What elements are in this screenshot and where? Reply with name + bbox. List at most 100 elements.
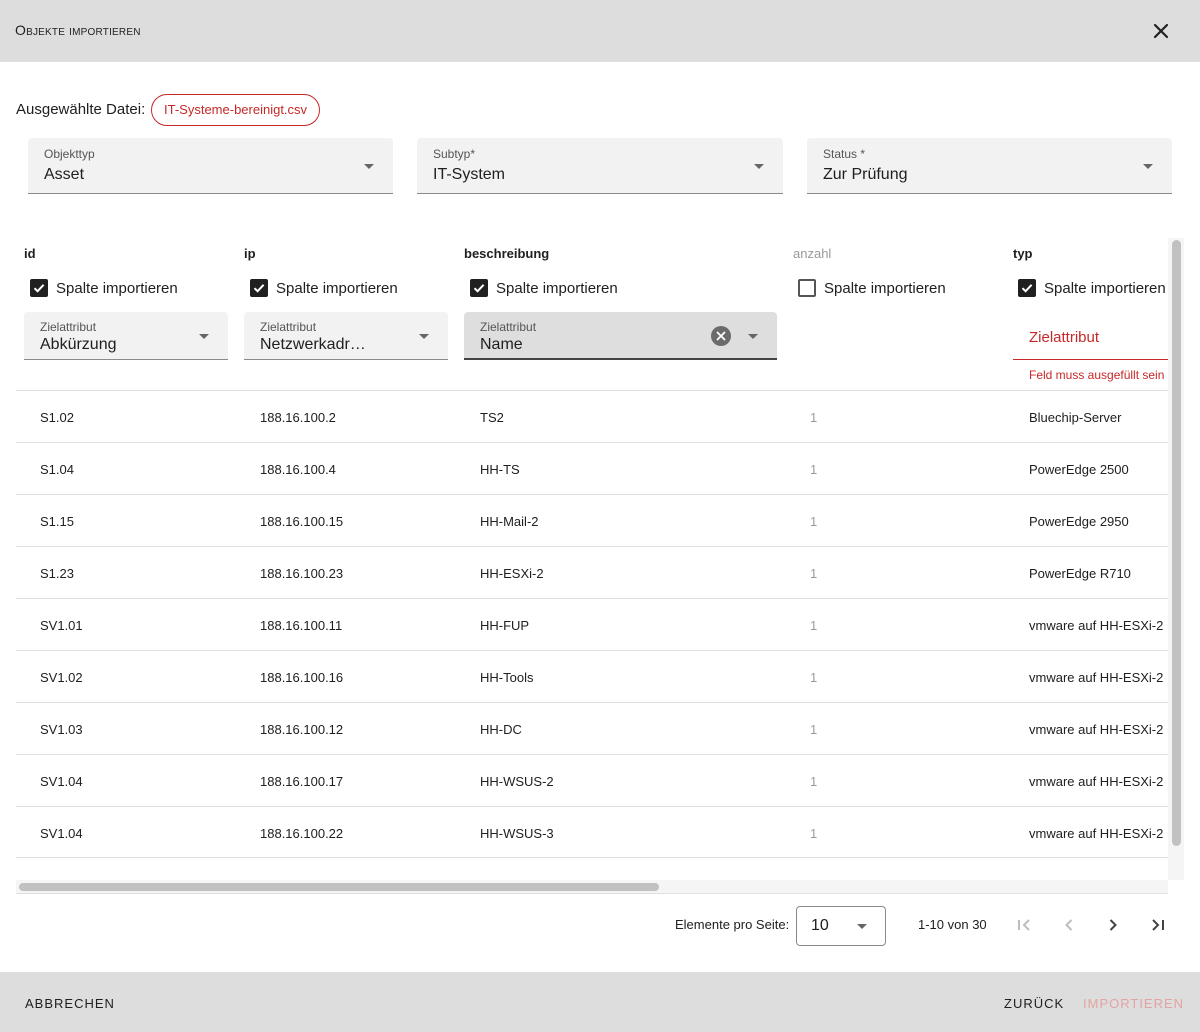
table-cell-id: SV1.04 [40,826,83,841]
table-cell-beschreibung: HH-Tools [480,670,534,685]
next-page-icon[interactable] [1101,913,1125,937]
target-attribute-select-beschreibung[interactable]: Zielattribut Name [464,312,777,360]
target-attribute-value: Name [480,336,523,353]
column-header-anzahl: anzahl [793,246,832,261]
checkbox-label: Spalte importieren [496,279,618,297]
table-cell-beschreibung: HH-ESXi-2 [480,566,544,581]
table-cell-beschreibung: TS2 [480,410,504,425]
table-cell-id: S1.15 [40,514,74,529]
table-cell-id: SV1.02 [40,670,83,685]
target-attribute-label: Zielattribut [260,320,317,334]
table-cell-id: S1.23 [40,566,74,581]
import-column-checkbox-beschreibung[interactable]: Spalte importieren [470,278,618,298]
table-row: SV1.04 188.16.100.17 HH-WSUS-2 1 vmware auf … [16,754,1168,806]
table-cell-anzahl: 1 [810,722,818,737]
checkbox-checked-icon [1018,279,1036,297]
page-range: 1-10 von 30 [918,917,987,932]
checkbox-checked-icon [470,279,488,297]
page-size-value: 10 [811,917,829,934]
table-cell-anzahl: 1 [810,514,818,529]
import-column-checkbox-id[interactable]: Spalte importieren [30,278,178,298]
table-cell-typ: PowerEdge 2500 [1029,462,1129,477]
chevron-down-icon [364,164,374,169]
table-cell-typ: PowerEdge R710 [1029,566,1131,581]
target-attribute-value: Abkürzung [40,336,117,353]
target-attribute-label: Zielattribut [480,320,537,334]
table-cell-id: SV1.01 [40,618,83,633]
previous-page-icon[interactable] [1057,913,1081,937]
table-cell-ip: 188.16.100.4 [260,462,336,477]
table-cell-typ: Bluechip-Server [1029,410,1122,425]
back-button[interactable]: ZURÜCK [1004,996,1064,1011]
subtyp-select[interactable]: Subtyp* IT-System [417,138,783,194]
import-column-checkbox-ip[interactable]: Spalte importieren [250,278,398,298]
table-row: SV1.03 188.16.100.12 HH-DC 1 vmware auf HH-E… [16,702,1168,754]
cancel-button[interactable]: ABBRECHEN [25,996,115,1011]
table-body: S1.02 188.16.100.2 TS2 1 Bluechip-Server S1.0… [16,390,1168,858]
table-cell-beschreibung: HH-WSUS-3 [480,826,554,841]
page-size-label: Elemente pro Seite: [675,917,790,932]
selected-file-chip[interactable]: IT-Systeme-bereinigt.csv [151,94,321,126]
chevron-down-icon [857,924,867,929]
import-table: id Spalte importieren Zielattribut Abkür… [16,238,1184,894]
table-cell-typ: vmware auf HH-ESXi-2 [1029,826,1164,841]
required-field-error: Feld muss ausgefüllt sein [1029,368,1165,382]
objekttyp-value: Asset [44,166,85,183]
clear-icon[interactable] [711,326,731,346]
chevron-down-icon [748,334,758,339]
table-cell-beschreibung: HH-Mail-2 [480,514,539,529]
table-cell-anzahl: 1 [810,410,818,425]
column-header-beschreibung: beschreibung [464,246,550,261]
table-cell-anzahl: 1 [810,670,818,685]
target-attribute-select-typ[interactable]: Zielattribut [1013,312,1173,360]
chevron-down-icon [1143,164,1153,169]
table-row: S1.23 188.16.100.23 HH-ESXi-2 1 PowerEdge R7… [16,546,1168,598]
page-size-select[interactable]: 10 [796,906,886,946]
import-column-checkbox-anzahl[interactable]: Spalte importieren [798,278,946,298]
table-row: S1.04 188.16.100.4 HH-TS 1 PowerEdge 2500 [16,442,1168,494]
table-cell-typ: PowerEdge 2950 [1029,514,1129,529]
checkbox-label: Spalte importieren [824,279,946,297]
objekttyp-label: Objekttyp [44,147,95,161]
table-cell-id: S1.04 [40,462,74,477]
vertical-scrollbar-thumb[interactable] [1172,240,1181,846]
table-row: S1.02 188.16.100.2 TS2 1 Bluechip-Server [16,390,1168,442]
target-attribute-placeholder: Zielattribut [1029,329,1100,346]
table-cell-beschreibung: HH-WSUS-2 [480,774,554,789]
dialog-title: Objekte importieren [15,22,141,38]
table-cell-anzahl: 1 [810,826,818,841]
table-cell-id: SV1.04 [40,774,83,789]
target-attribute-value: Netzwerkadr… [260,336,366,353]
status-value: Zur Prüfung [823,166,908,183]
table-cell-id: SV1.03 [40,722,83,737]
table-cell-anzahl: 1 [810,774,818,789]
table-cell-ip: 188.16.100.11 [260,618,343,633]
table-cell-anzahl: 1 [810,566,818,581]
table-cell-beschreibung: HH-TS [480,462,520,477]
target-attribute-select-ip[interactable]: Zielattribut Netzwerkadr… [244,312,448,360]
objekttyp-select[interactable]: Objekttyp Asset [28,138,393,194]
table-cell-ip: 188.16.100.22 [260,826,344,841]
import-column-checkbox-typ[interactable]: Spalte importieren [1018,278,1166,298]
table-cell-id: S1.02 [40,410,74,425]
checkbox-unchecked-icon [798,279,816,297]
status-select[interactable]: Status * Zur Prüfung [807,138,1172,194]
dialog-footer: ABBRECHEN ZURÜCK IMPORTIEREN [0,972,1200,1032]
table-cell-anzahl: 1 [810,462,818,477]
import-button[interactable]: IMPORTIEREN [1083,996,1184,1011]
first-page-icon[interactable] [1012,913,1036,937]
column-header-typ: typ [1013,246,1033,261]
checkbox-label: Spalte importieren [56,279,178,297]
checkbox-label: Spalte importieren [1044,279,1166,297]
subtyp-value: IT-System [433,166,506,183]
target-attribute-select-id[interactable]: Zielattribut Abkürzung [24,312,228,360]
close-icon[interactable] [1148,18,1174,44]
import-dialog: Objekte importieren Ausgewählte Datei: I… [0,0,1200,1032]
table-row: S1.15 188.16.100.15 HH-Mail-2 1 PowerEdge 29… [16,494,1168,546]
status-label: Status * [823,147,866,161]
table-row: SV1.04 188.16.100.22 HH-WSUS-3 1 vmware auf … [16,806,1168,858]
subtyp-label: Subtyp* [433,147,476,161]
last-page-icon[interactable] [1146,913,1170,937]
horizontal-scrollbar-thumb[interactable] [19,883,659,891]
table-row: SV1.02 188.16.100.16 HH-Tools 1 vmware auf H… [16,650,1168,702]
